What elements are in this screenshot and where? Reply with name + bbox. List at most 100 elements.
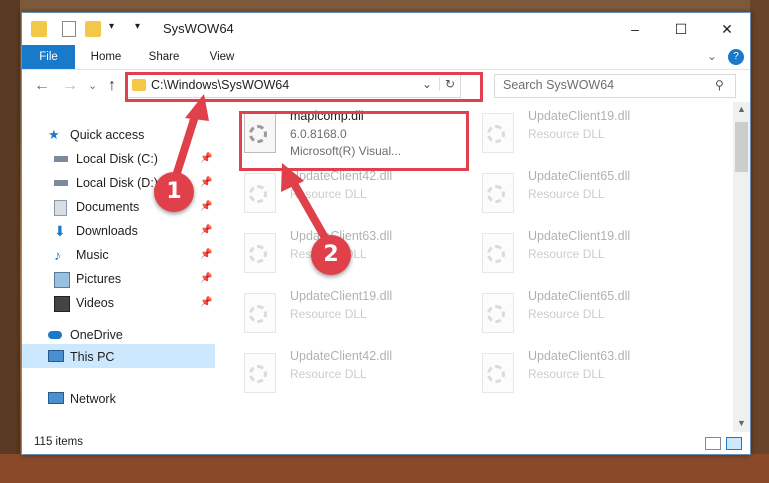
documents-icon <box>54 200 67 216</box>
pin-icon: 📌 <box>200 297 213 308</box>
file-item[interactable]: UpdateClient63.dll Resource DLL <box>460 347 690 403</box>
file-description: Resource DLL <box>528 247 605 261</box>
sidebar-item-label: This PC <box>70 350 115 364</box>
file-description: Resource DLL <box>528 367 605 381</box>
vertical-scrollbar[interactable]: ▲ ▼ <box>733 102 750 432</box>
dll-file-icon <box>482 113 514 153</box>
step-callout-2: 2 <box>311 235 351 275</box>
gear-icon <box>487 305 505 323</box>
sidebar-item-label: Music <box>76 248 109 262</box>
file-name: UpdateClient42.dll <box>290 169 393 183</box>
background-tree <box>750 0 769 483</box>
sidebar-item-label: Local Disk (D:) <box>76 176 158 190</box>
gear-icon <box>487 185 505 203</box>
pin-icon: 📌 <box>200 153 213 164</box>
pin-icon: 📌 <box>200 225 213 236</box>
sidebar-item-label: Videos <box>76 296 114 310</box>
ribbon-collapse-icon[interactable]: ⌄ <box>702 45 722 69</box>
gear-icon <box>249 365 267 383</box>
recent-locations-button[interactable]: ⌄ <box>88 79 97 92</box>
file-description: Resource DLL <box>290 367 367 381</box>
dll-file-icon <box>482 233 514 273</box>
status-bar: 115 items <box>22 432 750 454</box>
search-input[interactable]: Search SysWOW64 <box>503 78 614 92</box>
file-item[interactable]: UpdateClient65.dll Resource DLL <box>460 287 690 343</box>
scroll-thumb[interactable] <box>735 122 748 172</box>
file-description: Resource DLL <box>290 187 367 201</box>
tab-share[interactable]: Share <box>142 45 186 69</box>
file-name: UpdateClient19.dll <box>290 289 393 303</box>
search-box[interactable]: Search SysWOW64 ⚲ <box>494 74 736 98</box>
pin-icon: 📌 <box>200 177 213 188</box>
item-count: 115 items <box>34 436 84 448</box>
properties-icon[interactable] <box>62 21 76 37</box>
new-folder-icon[interactable] <box>85 21 101 37</box>
gear-icon <box>249 185 267 203</box>
pin-icon: 📌 <box>200 201 213 212</box>
forward-button[interactable]: → <box>62 77 78 95</box>
file-item[interactable]: UpdateClient19.dll Resource DLL <box>460 227 690 283</box>
file-name: UpdateClient63.dll <box>528 349 631 363</box>
pictures-icon <box>54 272 70 288</box>
step-callout-1: 1 <box>154 172 194 212</box>
address-highlight-box <box>125 72 483 102</box>
tab-file[interactable]: File <box>22 45 75 69</box>
dll-file-icon <box>482 353 514 393</box>
minimize-button[interactable]: – <box>612 13 658 45</box>
gear-icon <box>487 245 505 263</box>
gear-icon <box>487 365 505 383</box>
up-button[interactable]: ↑ <box>108 77 116 95</box>
file-item[interactable]: UpdateClient42.dll Resource DLL <box>222 347 452 403</box>
file-name: UpdateClient19.dll <box>528 229 631 243</box>
scroll-up-icon[interactable]: ▲ <box>737 104 746 114</box>
search-icon[interactable]: ⚲ <box>715 78 724 92</box>
star-icon: ★ <box>48 127 60 142</box>
sidebar-item-label: Quick access <box>70 128 145 142</box>
cloud-icon <box>48 331 62 339</box>
dll-file-icon <box>244 173 276 213</box>
sidebar-item-label: OneDrive <box>70 328 123 342</box>
gear-icon <box>487 125 505 143</box>
customize-toolbar-icon[interactable]: ▾ <box>109 21 125 37</box>
file-item[interactable]: UpdateClient19.dll Resource DLL <box>460 107 690 163</box>
file-item[interactable]: UpdateClient42.dll Resource DLL <box>222 167 452 223</box>
scroll-down-icon[interactable]: ▼ <box>737 418 746 428</box>
help-icon[interactable]: ? <box>728 49 744 65</box>
file-description: Resource DLL <box>528 187 605 201</box>
sidebar-item-label: Local Disk (C:) <box>76 152 158 166</box>
details-view-icon[interactable] <box>705 437 721 450</box>
file-name: UpdateClient65.dll <box>528 169 631 183</box>
file-name: UpdateClient42.dll <box>290 349 393 363</box>
dll-file-icon <box>244 353 276 393</box>
sidebar-item-label: Documents <box>76 200 140 214</box>
file-highlight-box <box>239 111 469 171</box>
folder-icon[interactable] <box>31 21 47 37</box>
tab-view[interactable]: View <box>200 45 244 69</box>
dll-file-icon <box>482 293 514 333</box>
gear-icon <box>249 245 267 263</box>
tab-home[interactable]: Home <box>84 45 128 69</box>
sidebar-item-label: Network <box>70 392 116 406</box>
drive-icon <box>54 156 68 162</box>
file-item[interactable]: UpdateClient65.dll Resource DLL <box>460 167 690 223</box>
dll-file-icon <box>244 293 276 333</box>
close-button[interactable]: ✕ <box>704 13 750 45</box>
back-button[interactable]: ← <box>34 77 50 95</box>
file-item[interactable]: UpdateClient19.dll Resource DLL <box>222 287 452 343</box>
file-description: Resource DLL <box>528 307 605 321</box>
network-icon <box>48 392 64 404</box>
window-title: SysWOW64 <box>163 21 234 36</box>
ribbon-tabs: File Home Share View ⌄ ? <box>22 45 750 70</box>
gear-icon <box>249 305 267 323</box>
file-name: UpdateClient19.dll <box>528 109 631 123</box>
download-icon: ⬇ <box>54 223 66 239</box>
sidebar-item-label: Downloads <box>76 224 138 238</box>
large-icons-view-icon[interactable] <box>726 437 742 450</box>
dll-file-icon <box>244 233 276 273</box>
pin-icon: 📌 <box>200 273 213 284</box>
background-tree <box>0 0 20 483</box>
file-description: Resource DLL <box>290 307 367 321</box>
chevron-down-icon[interactable]: ▾ <box>135 21 151 37</box>
maximize-button[interactable]: ☐ <box>658 13 704 45</box>
navigation-pane: ★ Quick access Local Disk (C:) 📌 Local D… <box>22 102 218 432</box>
